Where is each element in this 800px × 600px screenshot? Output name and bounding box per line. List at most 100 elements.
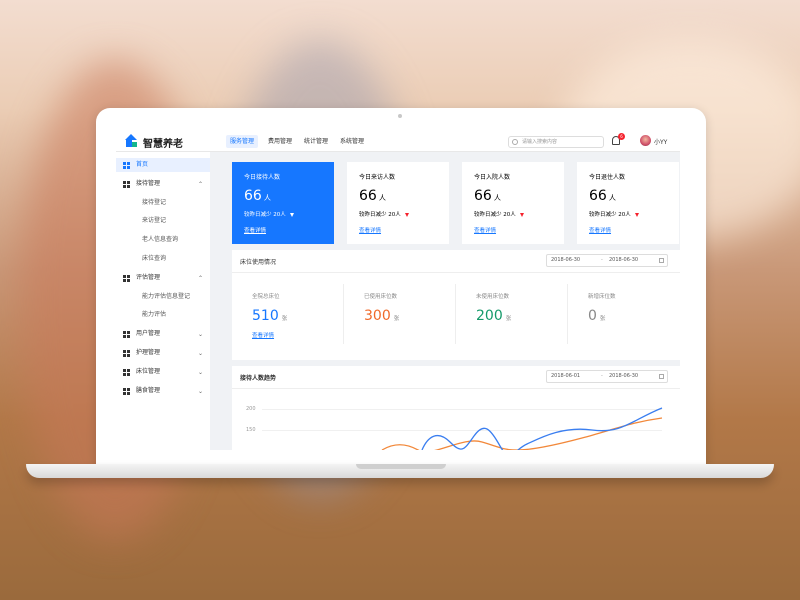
stat-card[interactable]: 今日来访人数 66 人较昨日减少 20人 查看详情 [347, 162, 449, 244]
card-compare: 较昨日减少 20人 [474, 212, 516, 218]
reception-trend-panel: 接待人数趋势 2018-06-01 - 2018-06-30 200 150 [232, 366, 680, 450]
bed-stat-label: 新增床位数 [588, 294, 616, 300]
card-value-wrap: 66 人 [474, 188, 501, 204]
sidebar-item[interactable]: 床位查询 [116, 252, 210, 266]
search-icon [512, 139, 518, 145]
sidebar-item[interactable]: 老人信息查询 [116, 233, 210, 247]
user-name[interactable]: 小YY [654, 137, 667, 146]
grid-icon [123, 387, 130, 395]
card-compare-wrap: 较昨日减少 20人 [589, 210, 639, 218]
grid-icon [123, 350, 130, 357]
stat-card[interactable]: 今日接待人数 66 人较昨日减少 20人 查看详情 [232, 162, 334, 244]
bed-stat-value-wrap: 300 张 [364, 308, 399, 324]
sidebar-item-label: 床位管理 [136, 367, 161, 375]
tab-service-management[interactable]: 服务管理 [226, 135, 259, 148]
sidebar-item-label: 能力评估 [142, 311, 167, 319]
notification-badge: 6 [618, 133, 625, 140]
bed-usage-date-range[interactable]: 2018-06-30 - 2018-06-30 [546, 254, 668, 267]
card-value: 66 [359, 188, 377, 204]
bed-stat-value: 510 [252, 308, 279, 324]
bed-stat: 已使用床位数 300 张 [344, 284, 456, 344]
bed-stat-value-wrap: 510 张 [252, 308, 287, 324]
sidebar-item[interactable]: 用户管理 ⌄ [116, 327, 210, 341]
sidebar-item-label: 来访登记 [142, 217, 167, 225]
laptop-frame: 智慧养老 服务管理 费用管理 统计管理 系统管理 请输入搜索内容 6 小YY 首… [96, 108, 706, 468]
sidebar-item[interactable]: 来访登记 [116, 214, 210, 228]
bed-stat: 新增床位数 0 张 [568, 284, 680, 344]
view-details-link[interactable]: 查看详情 [474, 226, 496, 234]
grid-icon [123, 331, 130, 339]
card-value: 66 [474, 188, 492, 204]
laptop-camera [398, 114, 402, 118]
chevron-icon: ⌄ [197, 368, 203, 376]
sidebar-item-label: 用户管理 [136, 330, 161, 338]
bed-stat-label: 未使用床位数 [476, 294, 510, 300]
sidebar-item[interactable]: 护理管理 ⌄ [116, 346, 210, 360]
tab-system-management[interactable]: 系统管理 [336, 135, 368, 148]
card-unit: 人 [493, 194, 501, 202]
tab-fee-management[interactable]: 费用管理 [264, 135, 296, 148]
bed-stat-unit: 张 [599, 316, 606, 322]
card-compare-wrap: 较昨日减少 20人 [474, 210, 524, 218]
card-title: 今日退住人数 [589, 174, 626, 181]
stat-card[interactable]: 今日退住人数 66 人较昨日减少 20人 查看详情 [577, 162, 679, 244]
down-arrow-icon [519, 212, 524, 217]
sidebar-item-label: 评估管理 [136, 273, 161, 281]
sidebar-item[interactable]: 膳食管理 ⌄ [116, 384, 210, 398]
view-details-link[interactable]: 查看详情 [244, 226, 266, 234]
card-unit: 人 [608, 194, 616, 202]
bed-stat: 全院总床位 510 张查看详情 [232, 284, 344, 344]
card-title: 今日入院人数 [474, 174, 511, 181]
down-arrow-icon [634, 212, 639, 217]
view-details-link[interactable]: 查看详情 [589, 226, 611, 234]
card-unit: 人 [263, 194, 271, 202]
view-details-link[interactable]: 查看详情 [252, 331, 274, 339]
divider [232, 272, 680, 273]
sidebar-item[interactable]: 能力评估 [116, 308, 210, 322]
calendar-icon [659, 258, 664, 263]
bed-stat-unit: 张 [505, 316, 512, 322]
sidebar: 首页 接待管理 ⌃ 接待登记 来访登记 老人信息查询 床位查询 评估管理 ⌃ 能力评估信息登记 能力… [116, 152, 210, 450]
trend-chart [381, 407, 663, 450]
card-unit: 人 [378, 194, 386, 202]
sidebar-item[interactable]: 首页 [116, 158, 210, 172]
down-arrow-icon [289, 212, 294, 217]
laptop-base-notch [356, 464, 446, 469]
chevron-icon: ⌄ [197, 331, 203, 339]
grid-icon [123, 368, 130, 376]
card-compare-wrap: 较昨日减少 20人 [359, 210, 409, 218]
bed-stat-unit: 张 [393, 316, 400, 322]
card-compare: 较昨日减少 20人 [359, 212, 401, 218]
sidebar-item[interactable]: 床位管理 ⌄ [116, 365, 210, 379]
sidebar-item-label: 接待管理 [136, 179, 161, 187]
card-compare: 较昨日减少 20人 [589, 212, 631, 218]
sidebar-item[interactable]: 接待登记 [116, 196, 210, 210]
bed-stat: 未使用床位数 200 张 [456, 284, 568, 344]
tab-statistics-management[interactable]: 统计管理 [300, 135, 332, 148]
card-title: 今日接待人数 [244, 174, 281, 181]
bed-usage-panel: 床位使用情况 2018-06-30 - 2018-06-30 全院总床位 510 张… [232, 250, 680, 360]
view-details-link[interactable]: 查看详情 [359, 226, 381, 234]
bed-stat-label: 已使用床位数 [364, 294, 398, 300]
stat-card[interactable]: 今日入院人数 66 人较昨日减少 20人 查看详情 [462, 162, 564, 244]
sidebar-item[interactable]: 能力评估信息登记 [116, 290, 210, 304]
sidebar-item-label: 膳食管理 [136, 386, 161, 394]
bed-stat-value: 300 [364, 308, 391, 324]
sidebar-item[interactable]: 评估管理 ⌃ [116, 271, 210, 285]
card-compare-wrap: 较昨日减少 20人 [244, 210, 294, 218]
sidebar-item[interactable]: 接待管理 ⌃ [116, 177, 210, 191]
brand-name: 智慧养老 [143, 139, 183, 150]
chevron-icon: ⌃ [197, 274, 203, 282]
card-title: 今日来访人数 [359, 174, 396, 181]
bed-stat-value: 200 [476, 308, 503, 324]
search-input[interactable]: 请输入搜索内容 [508, 136, 604, 148]
avatar[interactable] [640, 135, 651, 146]
chevron-icon: ⌄ [197, 350, 203, 357]
card-value: 66 [244, 188, 262, 204]
house-logo-icon [125, 134, 137, 147]
sidebar-item-label: 首页 [136, 161, 149, 168]
sidebar-item-label: 能力评估信息登记 [142, 292, 191, 300]
grid-icon [123, 162, 130, 169]
date-from: 2018-06-30 [551, 257, 581, 263]
grid-icon [123, 274, 130, 282]
